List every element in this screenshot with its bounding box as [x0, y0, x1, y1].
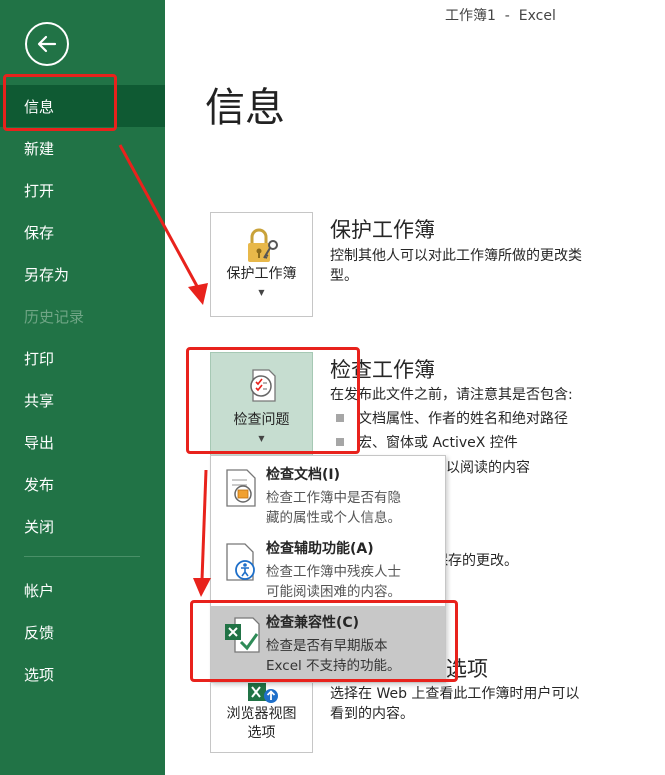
nav-share[interactable]: 共享	[0, 379, 165, 421]
nav-open[interactable]: 打开	[0, 169, 165, 211]
nav-feedback[interactable]: 反馈	[0, 611, 165, 653]
nav-divider	[24, 556, 140, 557]
nav-print[interactable]: 打印	[0, 337, 165, 379]
protect-desc-line1: 控制其他人可以对此工作簿所做的更改类	[330, 248, 582, 264]
accessibility-icon	[226, 543, 255, 581]
menu-item-desc: 检查工作簿中是否有隐 藏的属性或个人信息。	[266, 490, 401, 526]
nav-close[interactable]: 关闭	[0, 505, 165, 547]
inspect-bullet-3: 以阅读的内容	[446, 460, 530, 476]
annotation-box-compatibility	[190, 600, 458, 682]
inspect-bullet-1: 文档属性、作者的姓名和绝对路径	[358, 411, 568, 427]
menu-item-title: 检查文档(I)	[266, 467, 341, 483]
inspect-bullet-2: 宏、窗体或 ActiveX 控件	[358, 435, 518, 451]
protect-section-title: 保护工作簿	[330, 218, 435, 242]
lock-key-icon	[247, 228, 278, 262]
nav-save[interactable]: 保存	[0, 211, 165, 253]
protect-desc-line2: 型。	[330, 268, 358, 284]
menu-item-check-accessibility[interactable]: 检查辅助功能(A) 检查工作簿中残疾人士 可能阅读困难的内容。	[211, 532, 445, 606]
manage-desc-partial: 保存的更改。	[434, 553, 518, 569]
window-title: 工作簿1 - Excel	[445, 8, 556, 24]
nav-save-as[interactable]: 另存为	[0, 253, 165, 295]
nav-history: 历史记录	[24, 307, 85, 326]
back-button[interactable]	[25, 22, 69, 66]
browser-desc-line2: 看到的内容。	[330, 706, 414, 722]
annotation-box-info	[3, 74, 117, 131]
protect-workbook-label: 保护工作簿	[226, 266, 297, 282]
menu-item-inspect-document[interactable]: 检查文档(I) 检查工作簿中是否有隐 藏的属性或个人信息。	[211, 458, 445, 532]
menu-item-desc: 检查工作簿中残疾人士 可能阅读困难的内容。	[266, 564, 401, 600]
browser-view-icon	[247, 683, 278, 703]
browser-view-label-line1: 浏览器视图	[226, 706, 297, 722]
inspect-desc: 在发布此文件之前，请注意其是否包含:	[330, 387, 573, 403]
browser-view-options-button[interactable]: 浏览器视图 选项	[210, 676, 313, 753]
nav-account[interactable]: 帐户	[0, 569, 165, 611]
nav-new[interactable]: 新建	[0, 127, 165, 169]
browser-desc-line1: 选择在 Web 上查看此工作簿时用户可以	[330, 686, 580, 702]
annotation-box-check-issues	[186, 347, 360, 454]
chevron-down-icon: ▼	[258, 288, 265, 297]
nav-export[interactable]: 导出	[0, 421, 165, 463]
back-arrow-icon	[37, 35, 57, 53]
document-inspect-icon	[226, 469, 256, 507]
nav-publish[interactable]: 发布	[0, 463, 165, 505]
page-title: 信息	[205, 85, 285, 131]
nav-options[interactable]: 选项	[0, 653, 165, 695]
browser-view-label-line2: 选项	[247, 725, 276, 741]
protect-workbook-button[interactable]: 保护工作簿 ▼	[210, 212, 313, 317]
menu-item-title: 检查辅助功能(A)	[266, 541, 374, 557]
